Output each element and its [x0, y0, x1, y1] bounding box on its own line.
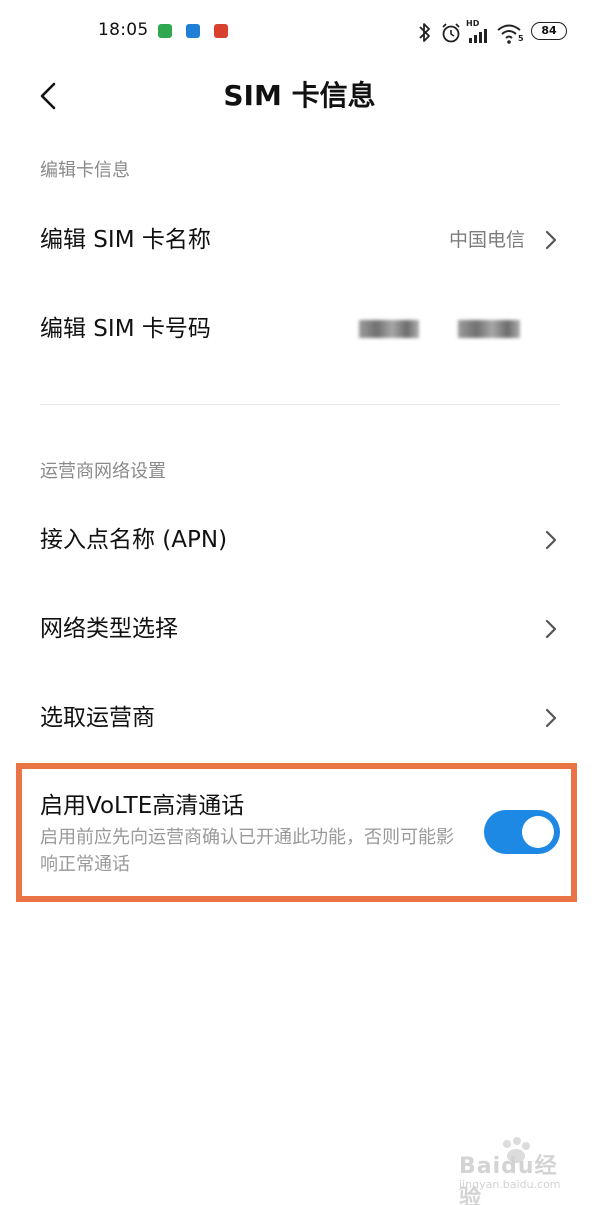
- edit-sim-number-row[interactable]: 编辑 SIM 卡号码: [0, 285, 599, 373]
- network-type-row[interactable]: 网络类型选择: [0, 585, 599, 673]
- edit-sim-name-row[interactable]: 编辑 SIM 卡名称 中国电信: [0, 196, 599, 284]
- back-arrow-icon: [40, 82, 56, 110]
- volte-title: 启用VoLTE高清通话: [40, 793, 245, 819]
- notification-app-icon-red: [214, 24, 228, 38]
- section-divider: [40, 404, 560, 405]
- status-bar: 18:05 HD 5 84: [0, 0, 599, 64]
- toggle-knob: [522, 816, 554, 848]
- apn-row[interactable]: 接入点名称 (APN): [0, 496, 599, 584]
- apn-label: 接入点名称 (APN): [40, 527, 228, 553]
- wifi-badge: 5: [518, 34, 524, 43]
- edit-sim-name-label: 编辑 SIM 卡名称: [40, 227, 211, 253]
- sim-info-screen: 18:05 HD 5 84 SIM 卡信息 编辑卡信息 编辑 SIM 卡名称 中…: [0, 0, 599, 1205]
- back-button[interactable]: [30, 76, 70, 116]
- chevron-right-icon: [545, 230, 557, 250]
- alarm-clock-icon: [442, 23, 460, 43]
- section-header-carrier-network: 运营商网络设置: [40, 461, 166, 482]
- edit-sim-number-label: 编辑 SIM 卡号码: [40, 316, 211, 342]
- network-type-label: 网络类型选择: [40, 616, 178, 642]
- section-header-card-info: 编辑卡信息: [40, 160, 130, 181]
- watermark-url: jingyan.baidu.com: [459, 1178, 561, 1191]
- edit-sim-name-value: 中国电信: [448, 229, 525, 251]
- volte-toggle[interactable]: [484, 810, 560, 854]
- cellular-signal-icon: [469, 29, 487, 43]
- status-time: 18:05: [98, 20, 149, 40]
- select-carrier-label: 选取运营商: [40, 705, 155, 731]
- notification-app-icon-green: [158, 24, 172, 38]
- notification-app-icon-blue: [186, 24, 200, 38]
- bluetooth-icon: [419, 23, 430, 42]
- chevron-right-icon: [545, 708, 557, 728]
- page-title: SIM 卡信息: [223, 79, 376, 112]
- chevron-right-icon: [545, 530, 557, 550]
- redacted-number-block: [458, 320, 520, 338]
- select-carrier-row[interactable]: 选取运营商: [0, 674, 599, 762]
- chevron-right-icon: [545, 619, 557, 639]
- baidu-jingyan-watermark: Baidu经验 jingyan.baidu.com: [455, 1137, 575, 1205]
- redacted-number-block: [359, 320, 419, 338]
- volte-description: 启用前应先向运营商确认已开通此功能，否则可能影响正常通话: [40, 827, 454, 875]
- watermark-text: Baidu经验: [459, 1154, 558, 1205]
- battery-indicator: 84: [531, 22, 567, 40]
